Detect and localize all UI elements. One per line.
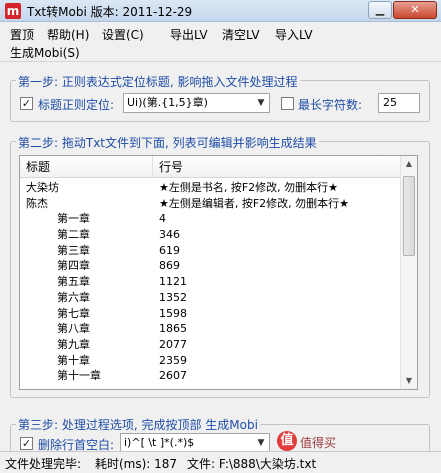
step3-legend: 第三步: 处理过程选项, 完成按顶部 生成Mobi xyxy=(16,416,260,433)
row-title: 第一章 xyxy=(57,212,90,226)
row-title: 第九章 xyxy=(57,337,90,351)
regex-value: Ui)(第.{1,5}章) xyxy=(127,96,208,109)
row-title: 大染坊 xyxy=(26,181,59,194)
row-line: 1352 xyxy=(159,290,187,304)
row-line: 1121 xyxy=(159,275,187,289)
table-row[interactable]: 第一章 4 xyxy=(20,211,401,227)
table-row[interactable]: 第六章 1352 xyxy=(20,290,401,306)
maxlen-label: 最长字符数: xyxy=(298,98,363,112)
menu-bar: 置顶 帮助(H) 设置(C) 导出LV 清空LV 导入LV 生成Mobi(S) xyxy=(0,22,441,62)
listview-header: 标题 行号 xyxy=(20,156,401,178)
maxlen-checkbox[interactable] xyxy=(281,97,294,110)
strip-checkbox[interactable]: ✓ xyxy=(20,437,33,450)
table-row[interactable]: 第二章 346 xyxy=(20,227,401,243)
row-line: 4 xyxy=(159,212,166,226)
menu-import-lv[interactable]: 导入LV xyxy=(275,26,313,43)
table-row[interactable]: 第十章 2359 xyxy=(20,353,401,369)
row-title: 第十章 xyxy=(57,353,90,367)
row-line: 2607 xyxy=(159,369,187,383)
step2-legend: 第二步: 拖动Txt文件到下面, 列表可编辑并影响生成结果 xyxy=(16,134,319,151)
step1-legend: 第一步: 正则表达式定位标题, 影响拖入文件处理过程 xyxy=(16,73,300,90)
scroll-thumb[interactable] xyxy=(403,176,415,256)
row-title: 第四章 xyxy=(57,259,90,273)
row-title: 第二章 xyxy=(57,228,90,242)
row-title: 陈杰 xyxy=(26,196,48,210)
window-title: Txt转Mobi 版本: 2011-12-29 xyxy=(27,5,193,19)
app-icon: m xyxy=(5,3,21,19)
menu-generate-mobi[interactable]: 生成Mobi(S) xyxy=(10,44,80,61)
table-row[interactable]: 第七章 1598 xyxy=(20,306,401,322)
row-line: 1598 xyxy=(159,306,187,320)
table-row[interactable]: 第十一章 2607 xyxy=(20,368,401,384)
column-title[interactable]: 标题 xyxy=(20,156,153,178)
row-title: 第七章 xyxy=(57,306,90,320)
strip-value: i)^[ \t ]*(.*)$ xyxy=(124,436,195,449)
listview-scrollbar[interactable]: ▲ ▼ xyxy=(400,156,417,389)
row-line: 2359 xyxy=(159,353,187,367)
row-title: 第三章 xyxy=(57,243,90,257)
row-line: ★左侧是书名, 按F2修改, 勿删本行★ xyxy=(159,181,339,194)
row-line: 869 xyxy=(159,259,180,273)
listview-rows: 大染坊 ★左侧是书名, 按F2修改, 勿删本行★ 陈杰 ★左侧是编辑者, 按F2修改,… xyxy=(20,180,401,384)
row-title: 第八章 xyxy=(57,322,90,336)
watermark-text: 值得买 xyxy=(300,436,337,450)
status-time: 耗时(ms): 187 xyxy=(95,457,178,471)
menu-pin-top[interactable]: 置顶 xyxy=(10,26,34,43)
table-row[interactable]: 第四章 869 xyxy=(20,258,401,274)
title-bar: m Txt转Mobi 版本: 2011-12-29 ▁ ✕ xyxy=(0,0,441,22)
menu-settings[interactable]: 设置(C) xyxy=(102,26,144,43)
row-line: 2077 xyxy=(159,337,187,351)
menu-help[interactable]: 帮助(H) xyxy=(47,26,89,43)
table-row[interactable]: 第五章 1121 xyxy=(20,274,401,290)
row-title: 第六章 xyxy=(57,290,90,304)
row-line: 1865 xyxy=(159,322,187,336)
minimize-button[interactable]: ▁ xyxy=(368,1,392,19)
row-line: 619 xyxy=(159,243,180,257)
row-title: 第五章 xyxy=(57,275,90,289)
row-title: 第十一章 xyxy=(57,369,101,383)
row-line: ★左侧是编辑者, 按F2修改, 勿删本行★ xyxy=(159,196,350,210)
chevron-down-icon[interactable]: ▼ xyxy=(253,434,269,452)
table-row[interactable]: 第八章 1865 xyxy=(20,321,401,337)
maxlen-input[interactable]: 25 xyxy=(378,93,420,113)
scroll-down-icon[interactable]: ▼ xyxy=(401,373,417,389)
table-row[interactable]: 第三章 619 xyxy=(20,243,401,259)
table-row[interactable]: 第九章 2077 xyxy=(20,337,401,353)
table-row[interactable]: 大染坊 ★左侧是书名, 按F2修改, 勿删本行★ xyxy=(20,180,401,196)
close-button[interactable]: ✕ xyxy=(393,1,437,19)
regex-combo[interactable]: Ui)(第.{1,5}章) ▼ xyxy=(123,93,270,113)
table-row[interactable]: 陈杰 ★左侧是编辑者, 按F2修改, 勿删本行★ xyxy=(20,196,401,212)
watermark-logo: 值 xyxy=(277,431,297,451)
menu-export-lv[interactable]: 导出LV xyxy=(170,26,208,43)
strip-combo[interactable]: i)^[ \t ]*(.*)$ ▼ xyxy=(120,433,270,453)
menu-clear-lv[interactable]: 清空LV xyxy=(222,26,260,43)
regex-label: 标题正则定位: xyxy=(38,98,115,112)
row-line: 346 xyxy=(159,228,180,242)
status-state: 文件处理完毕: xyxy=(5,457,82,471)
chevron-down-icon[interactable]: ▼ xyxy=(253,94,269,112)
chapter-listview[interactable]: 标题 行号 大染坊 ★左侧是书名, 按F2修改, 勿删本行★ 陈杰 ★左侧是编辑者, … xyxy=(19,155,418,390)
status-bar: 文件处理完毕: 耗时(ms): 187 文件: F:\888\大染坊.txt xyxy=(0,451,441,473)
status-file: 文件: F:\888\大染坊.txt xyxy=(187,457,317,471)
column-line[interactable]: 行号 xyxy=(153,156,401,178)
scroll-up-icon[interactable]: ▲ xyxy=(401,156,417,172)
regex-checkbox[interactable]: ✓ xyxy=(20,97,33,110)
